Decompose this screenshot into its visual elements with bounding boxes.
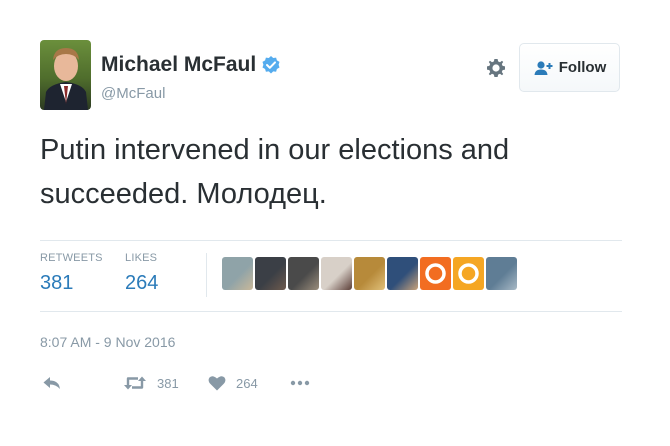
- liker-avatar[interactable]: [354, 257, 385, 290]
- tweet-text: Putin intervened in our elections and su…: [40, 134, 510, 210]
- more-options-button[interactable]: [290, 375, 310, 391]
- follow-button-label: Follow: [558, 59, 607, 76]
- liker-avatar[interactable]: [321, 257, 352, 290]
- stats-divider-top: [40, 240, 622, 241]
- user-name[interactable]: Michael McFaul: [101, 53, 256, 77]
- like-count: 264: [236, 375, 258, 391]
- likes-count: 264: [125, 272, 159, 294]
- liker-avatar[interactable]: [420, 257, 451, 290]
- avatar[interactable]: [40, 40, 91, 110]
- heart-icon: [208, 376, 226, 391]
- gear-icon[interactable]: [485, 57, 507, 79]
- user-handle[interactable]: @McFaul: [101, 85, 165, 102]
- liker-avatar[interactable]: [288, 257, 319, 290]
- retweets-stat[interactable]: RETWEETS 381: [40, 252, 103, 295]
- avatar-portrait: [44, 48, 88, 110]
- stats-divider-bottom: [40, 311, 622, 312]
- like-button[interactable]: 264: [208, 375, 258, 391]
- liker-avatars: [222, 257, 517, 290]
- verified-badge-icon: [262, 56, 280, 74]
- stats-vertical-divider: [206, 253, 207, 297]
- follow-button[interactable]: Follow: [519, 43, 620, 92]
- likes-label: LIKES: [125, 252, 158, 264]
- likes-stat[interactable]: LIKES 264: [125, 252, 158, 295]
- retweet-count: 381: [157, 375, 179, 391]
- tweet-timestamp[interactable]: 8:07 AM - 9 Nov 2016: [40, 334, 175, 350]
- reply-icon: [43, 377, 60, 389]
- liker-avatar[interactable]: [255, 257, 286, 290]
- liker-avatar[interactable]: [486, 257, 517, 290]
- liker-avatar[interactable]: [453, 257, 484, 290]
- retweets-label: RETWEETS: [40, 252, 103, 264]
- retweets-count: 381: [40, 272, 74, 294]
- user-name-row: Michael McFaul: [101, 52, 281, 78]
- tweet-card: Michael McFaul @McFaul Follow Putin inte…: [0, 0, 670, 446]
- retweet-icon: [124, 376, 146, 390]
- more-icon: [290, 380, 310, 386]
- reply-button[interactable]: [42, 375, 62, 391]
- liker-avatar[interactable]: [222, 257, 253, 290]
- liker-avatar[interactable]: [387, 257, 418, 290]
- add-user-icon: [534, 60, 553, 75]
- retweet-button[interactable]: 381: [123, 375, 179, 391]
